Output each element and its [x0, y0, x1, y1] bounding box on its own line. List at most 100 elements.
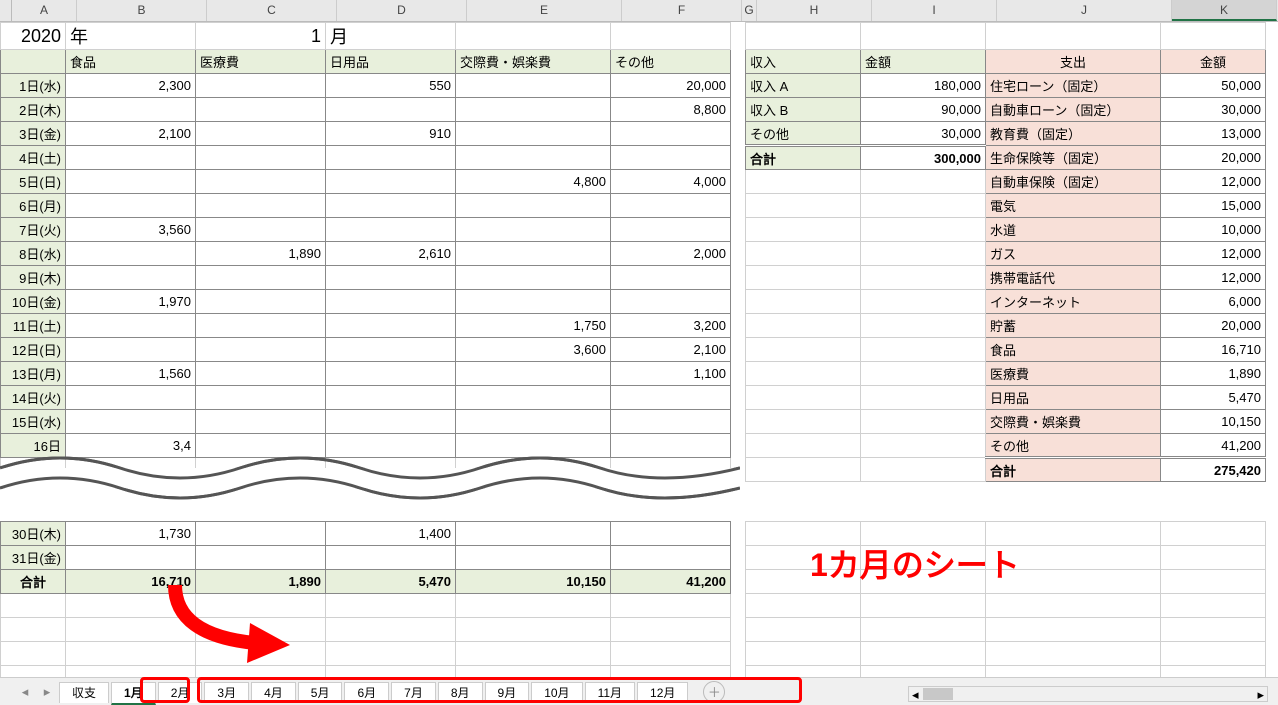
expense-cell[interactable]: 1,970	[66, 290, 196, 314]
col-header-A[interactable]: A	[12, 0, 77, 21]
expense-cell[interactable]	[456, 122, 611, 146]
expense-cell[interactable]	[326, 218, 456, 242]
day-label[interactable]: 5日(日)	[1, 170, 66, 194]
income-header[interactable]: 収入	[746, 50, 861, 74]
month-label[interactable]: 月	[326, 23, 456, 50]
day-label[interactable]: 15日(水)	[1, 410, 66, 434]
expense-cell[interactable]	[456, 362, 611, 386]
day-label[interactable]: 4日(土)	[1, 146, 66, 170]
expense-cell[interactable]: 3,560	[66, 218, 196, 242]
expense-cell[interactable]	[66, 410, 196, 434]
expense-cell[interactable]: 1,400	[326, 522, 456, 546]
expense-cell[interactable]	[326, 266, 456, 290]
day-label[interactable]: 10日(金)	[1, 290, 66, 314]
expense-cell[interactable]	[66, 314, 196, 338]
outgo-value[interactable]: 16,710	[1161, 338, 1266, 362]
outgo-value[interactable]: 41,200	[1161, 434, 1266, 458]
day-label[interactable]: 9日(木)	[1, 266, 66, 290]
expense-cell[interactable]	[611, 122, 731, 146]
outgo-value[interactable]: 13,000	[1161, 122, 1266, 146]
expense-cell[interactable]: 2,000	[611, 242, 731, 266]
day-label[interactable]: 6日(月)	[1, 194, 66, 218]
expense-cell[interactable]	[66, 546, 196, 570]
expense-cell[interactable]	[326, 410, 456, 434]
expense-cell[interactable]	[196, 338, 326, 362]
expense-cell[interactable]	[196, 98, 326, 122]
income-row-label[interactable]: その他	[746, 122, 861, 146]
expense-cell[interactable]	[66, 242, 196, 266]
day-label[interactable]: 1日(水)	[1, 74, 66, 98]
expense-cell[interactable]	[456, 434, 611, 458]
income-row-label[interactable]: 収入 A	[746, 74, 861, 98]
expense-cell[interactable]	[326, 434, 456, 458]
expense-cell[interactable]	[456, 410, 611, 434]
expense-cell[interactable]: 8,800	[611, 98, 731, 122]
day-label[interactable]: 2日(木)	[1, 98, 66, 122]
expense-cell[interactable]	[196, 266, 326, 290]
expense-cell[interactable]: 910	[326, 122, 456, 146]
col-header-I[interactable]: I	[872, 0, 997, 21]
outgo-value[interactable]: 50,000	[1161, 74, 1266, 98]
expense-header[interactable]: その他	[611, 50, 731, 74]
col-header-G[interactable]: G	[742, 0, 757, 21]
expense-cell[interactable]	[611, 194, 731, 218]
expense-cell[interactable]	[66, 338, 196, 362]
expense-cell[interactable]	[66, 170, 196, 194]
month-cell[interactable]: 1	[196, 23, 326, 50]
expense-cell[interactable]	[611, 146, 731, 170]
tab-scroll-prev[interactable]: ▸	[38, 683, 56, 701]
total-value[interactable]: 10,150	[456, 570, 611, 594]
day-label[interactable]: 30日(木)	[1, 522, 66, 546]
expense-cell[interactable]	[611, 522, 731, 546]
expense-cell[interactable]	[196, 362, 326, 386]
expense-cell[interactable]	[326, 98, 456, 122]
expense-cell[interactable]	[611, 266, 731, 290]
day-label[interactable]: 14日(火)	[1, 386, 66, 410]
outgo-row-label[interactable]: 交際費・娯楽費	[986, 410, 1161, 434]
year-cell[interactable]: 2020	[1, 23, 66, 50]
expense-cell[interactable]	[326, 362, 456, 386]
outgo-row-label[interactable]: 自動車ローン（固定）	[986, 98, 1161, 122]
outgo-row-label[interactable]: 教育費（固定）	[986, 122, 1161, 146]
outgo-row-label[interactable]: インターネット	[986, 290, 1161, 314]
expense-cell[interactable]	[66, 386, 196, 410]
col-header-F[interactable]: F	[622, 0, 742, 21]
expense-cell[interactable]	[326, 146, 456, 170]
expense-cell[interactable]	[196, 314, 326, 338]
col-header-K[interactable]: K	[1172, 0, 1277, 21]
expense-cell[interactable]: 20,000	[611, 74, 731, 98]
expense-cell[interactable]: 3,600	[456, 338, 611, 362]
expense-cell[interactable]	[456, 290, 611, 314]
expense-cell[interactable]	[456, 386, 611, 410]
expense-cell[interactable]	[326, 194, 456, 218]
income-value[interactable]: 180,000	[861, 74, 986, 98]
col-header-C[interactable]: C	[207, 0, 337, 21]
expense-cell[interactable]	[456, 546, 611, 570]
outgo-row-label[interactable]: 自動車保険（固定）	[986, 170, 1161, 194]
outgo-row-label[interactable]: その他	[986, 434, 1161, 458]
expense-cell[interactable]	[196, 194, 326, 218]
col-header-B[interactable]: B	[77, 0, 207, 21]
outgo-value[interactable]: 6,000	[1161, 290, 1266, 314]
expense-cell[interactable]	[66, 98, 196, 122]
outgo-row-label[interactable]: 住宅ローン（固定）	[986, 74, 1161, 98]
expense-cell[interactable]: 2,100	[66, 122, 196, 146]
income-value[interactable]: 90,000	[861, 98, 986, 122]
expense-cell[interactable]	[611, 546, 731, 570]
income-total-label[interactable]: 合計	[746, 146, 861, 170]
outgo-value[interactable]: 5,470	[1161, 386, 1266, 410]
expense-cell[interactable]: 4,000	[611, 170, 731, 194]
outgo-value[interactable]: 10,000	[1161, 218, 1266, 242]
outgo-row-label[interactable]: 貯蓄	[986, 314, 1161, 338]
expense-cell[interactable]	[66, 146, 196, 170]
income-value[interactable]: 30,000	[861, 122, 986, 146]
total-value[interactable]: 5,470	[326, 570, 456, 594]
outgo-row-label[interactable]: 日用品	[986, 386, 1161, 410]
expense-cell[interactable]	[196, 434, 326, 458]
income-total-value[interactable]: 300,000	[861, 146, 986, 170]
outgo-row-label[interactable]: ガス	[986, 242, 1161, 266]
outgo-value[interactable]: 12,000	[1161, 266, 1266, 290]
expense-cell[interactable]	[196, 218, 326, 242]
outgo-value[interactable]: 12,000	[1161, 170, 1266, 194]
amount-header[interactable]: 金額	[861, 50, 986, 74]
